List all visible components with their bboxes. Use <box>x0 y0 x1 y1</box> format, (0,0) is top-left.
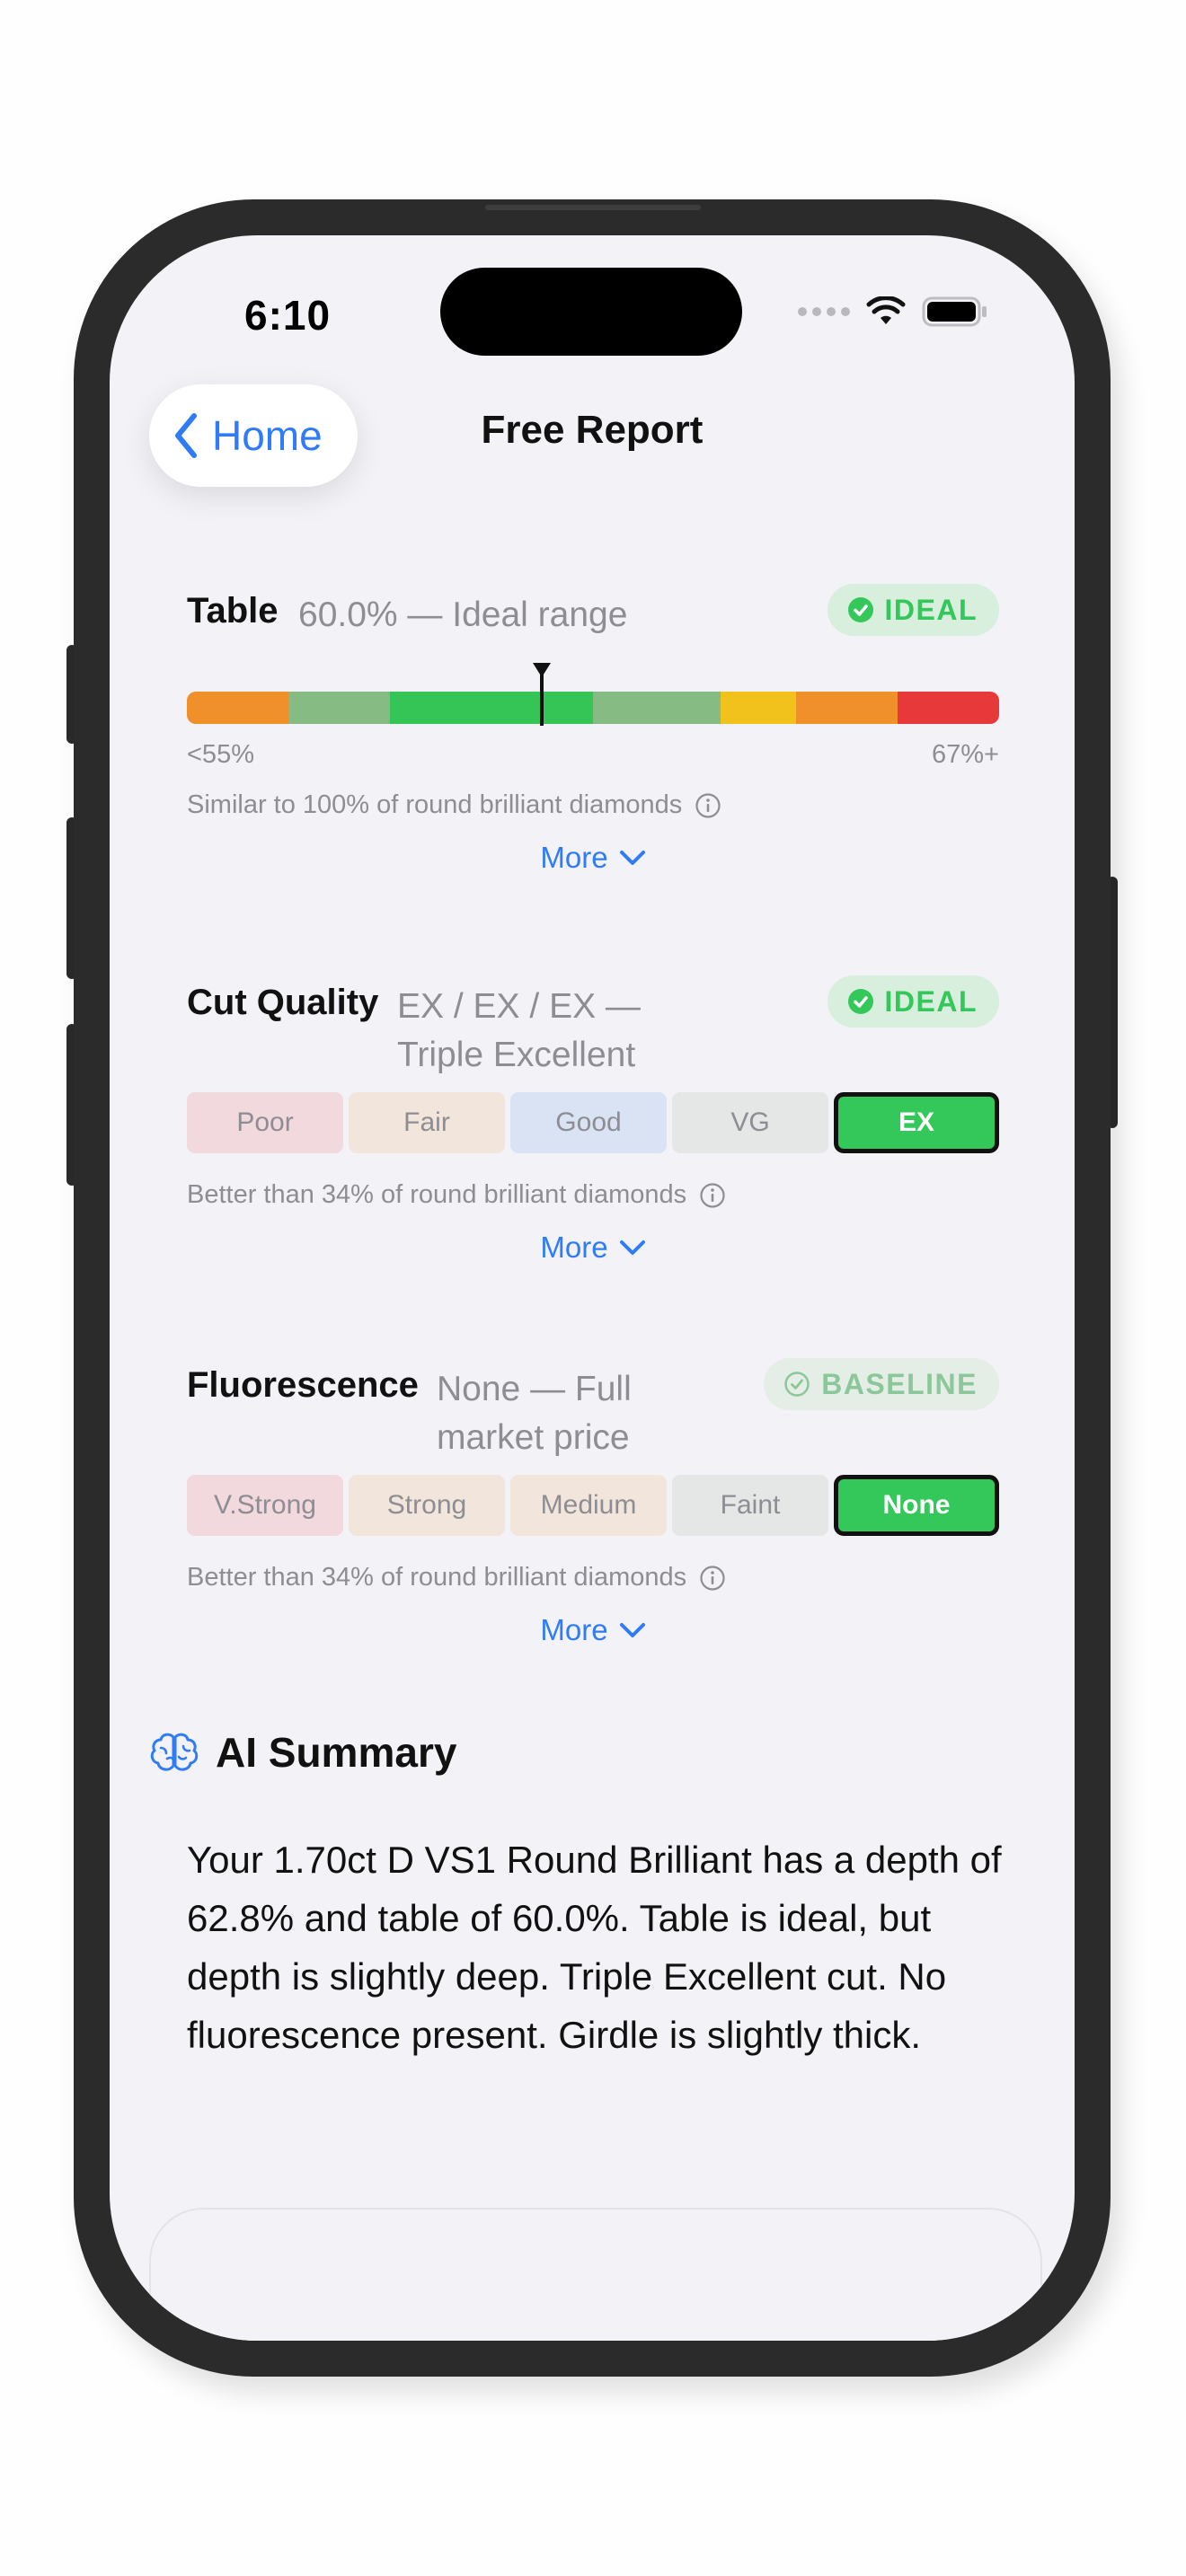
fluorescence-value-line1: None — Full <box>437 1370 632 1408</box>
wifi-icon <box>866 296 906 324</box>
badge-label: IDEAL <box>884 984 978 1018</box>
cut-option-good[interactable]: Good <box>510 1092 667 1153</box>
table-comparison-note: Similar to 100% of round brilliant diamo… <box>187 790 721 820</box>
chevron-down-icon <box>619 1623 645 1637</box>
dynamic-island <box>440 268 742 356</box>
fluorescence-comparison-note: Better than 34% of round brilliant diamo… <box>187 1563 726 1592</box>
cut-more-button[interactable]: More <box>187 1231 999 1265</box>
range-segment <box>390 692 593 724</box>
fluorescence-option-strong[interactable]: Strong <box>349 1475 505 1536</box>
chevron-down-icon <box>619 851 645 865</box>
cut-quality-title: Cut Quality <box>187 983 379 1022</box>
status-icons <box>798 296 988 327</box>
frame-antenna-line <box>485 205 701 210</box>
badge-label: IDEAL <box>884 593 978 626</box>
fluorescence-more-button[interactable]: More <box>187 1613 999 1647</box>
table-header: Table 60.0% — Ideal range IDEAL <box>187 584 999 645</box>
fluorescence-option-medium[interactable]: Medium <box>510 1475 667 1536</box>
cut-quality-section: Cut Quality EX / EX / EX — Triple Excell… <box>187 975 999 1270</box>
range-segment <box>796 692 898 724</box>
range-segment <box>898 692 999 724</box>
note-text: Similar to 100% of round brilliant diamo… <box>187 790 683 819</box>
check-circle-icon <box>847 989 873 1014</box>
fluorescence-option-none[interactable]: None <box>834 1475 999 1536</box>
ai-summary-header: AI Summary <box>149 1728 456 1777</box>
cut-quality-value: EX / EX / EX — Triple Excellent <box>397 983 641 1080</box>
signal-icon <box>798 307 850 316</box>
bottom-card <box>149 2208 1042 2341</box>
cut-option-poor[interactable]: Poor <box>187 1092 343 1153</box>
range-segment <box>721 692 796 724</box>
page-title: Free Report <box>481 408 704 452</box>
info-icon[interactable] <box>699 1565 726 1592</box>
note-text: Better than 34% of round brilliant diamo… <box>187 1180 687 1209</box>
check-circle-icon <box>847 597 873 622</box>
cut-grade-selector: Poor Fair Good VG EX <box>187 1092 999 1153</box>
fluorescence-section: Fluorescence None — Full market price BA… <box>187 1358 999 1653</box>
table-value: 60.0% — Ideal range <box>298 595 628 634</box>
more-label: More <box>540 841 608 874</box>
status-time: 6:10 <box>244 292 332 339</box>
range-segment <box>187 692 288 724</box>
app-screen: 6:10 Home Free Report Table 60.0% — Idea… <box>110 235 1075 2341</box>
chevron-down-icon <box>619 1240 645 1255</box>
range-labels: <55% 67%+ <box>187 740 999 770</box>
fluorescence-option-faint[interactable]: Faint <box>672 1475 828 1536</box>
range-segment <box>288 692 390 724</box>
note-text: Better than 34% of round brilliant diamo… <box>187 1563 687 1592</box>
table-more-button[interactable]: More <box>187 841 999 875</box>
table-section: Table 60.0% — Ideal range IDEAL <55% 67%… <box>187 584 999 878</box>
fluorescence-title: Fluorescence <box>187 1365 419 1405</box>
ideal-badge: IDEAL <box>827 584 999 636</box>
badge-label: BASELINE <box>821 1367 978 1400</box>
info-icon[interactable] <box>699 1182 726 1209</box>
table-title: Table <box>187 591 279 631</box>
cut-quality-header: Cut Quality EX / EX / EX — Triple Excell… <box>187 975 999 1074</box>
battery-icon <box>922 296 987 327</box>
cut-quality-value-line1: EX / EX / EX — <box>397 987 641 1026</box>
range-marker-icon <box>533 663 552 726</box>
fluorescence-header: Fluorescence None — Full market price BA… <box>187 1358 999 1457</box>
cut-option-fair[interactable]: Fair <box>349 1092 505 1153</box>
fluorescence-selector: V.Strong Strong Medium Faint None <box>187 1475 999 1536</box>
info-icon[interactable] <box>695 792 721 819</box>
ai-summary-title: AI Summary <box>216 1729 457 1776</box>
cut-option-ex[interactable]: EX <box>834 1092 999 1153</box>
fluorescence-value-line2: market price <box>437 1418 630 1457</box>
range-max-label: 67%+ <box>932 740 999 769</box>
range-min-label: <55% <box>187 740 254 769</box>
cut-quality-value-line2: Triple Excellent <box>397 1036 636 1074</box>
fluorescence-value: None — Full market price <box>437 1365 632 1462</box>
ai-summary-text: Your 1.70ct D VS1 Round Brilliant has a … <box>187 1839 1002 2056</box>
range-segment <box>593 692 721 724</box>
cut-comparison-note: Better than 34% of round brilliant diamo… <box>187 1180 726 1210</box>
baseline-badge: BASELINE <box>764 1358 999 1410</box>
ideal-badge: IDEAL <box>827 975 999 1028</box>
check-circle-outline-icon <box>784 1372 810 1397</box>
cut-option-vg[interactable]: VG <box>672 1092 828 1153</box>
more-label: More <box>540 1231 608 1264</box>
brain-icon <box>150 1733 199 1771</box>
table-range-bar <box>187 692 999 724</box>
more-label: More <box>540 1613 608 1646</box>
fluorescence-option-vstrong[interactable]: V.Strong <box>187 1475 343 1536</box>
